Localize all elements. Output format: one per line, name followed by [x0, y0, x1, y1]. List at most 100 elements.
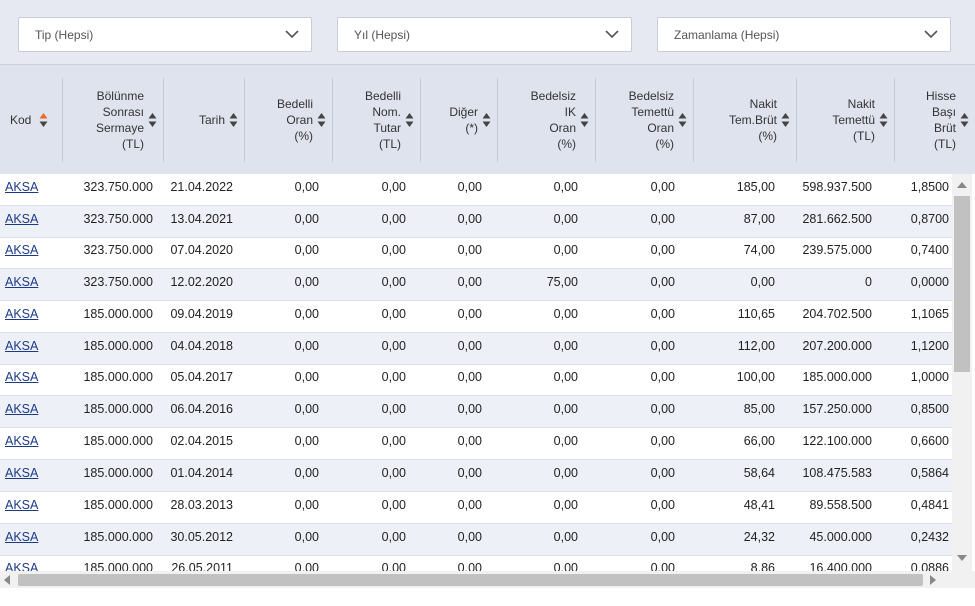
- horizontal-scrollbar[interactable]: [0, 571, 952, 588]
- column-header-hisse_brut[interactable]: Hisse Başı Brüt (TL): [894, 78, 975, 162]
- cell-nakit_brut: 85,00: [743, 402, 775, 416]
- filter-bar: Tip (Hepsi) Yıl (Hepsi) Zamanlama (Hepsi…: [0, 0, 975, 64]
- column-header-bedelli_oran[interactable]: Bedelli Oran (%): [244, 78, 332, 162]
- column-header-label: Hisse Başı Brüt (TL): [926, 88, 956, 152]
- stock-code-link[interactable]: AKSA: [5, 174, 58, 205]
- cell-sermaye: 185.000.000: [83, 561, 153, 571]
- stock-code-link[interactable]: AKSA: [5, 555, 58, 571]
- stock-code-link[interactable]: AKSA: [5, 237, 58, 268]
- cell-nakit_tem: 157.250.000: [802, 402, 872, 416]
- stock-code-link[interactable]: AKSA: [5, 428, 58, 459]
- column-header-line: Temettü: [631, 105, 674, 119]
- cell-sermaye: 323.750.000: [83, 243, 153, 257]
- scroll-down-icon[interactable]: [957, 555, 967, 561]
- sort-icon[interactable]: [879, 112, 888, 128]
- stock-code-link[interactable]: AKSA: [5, 492, 58, 523]
- column-header-bedelsiz_ik[interactable]: Bedelsiz IK Oran (%): [497, 78, 595, 162]
- column-header-tarih[interactable]: Tarih: [163, 78, 244, 162]
- cell-nakit_tem: 122.100.000: [802, 434, 872, 448]
- horizontal-scroll-thumb[interactable]: [18, 574, 923, 586]
- column-header-line: Diğer: [449, 105, 478, 119]
- cell-tarih: 28.03.2013: [170, 498, 233, 512]
- cell-sermaye: 185.000.000: [83, 498, 153, 512]
- column-header-nakit_brut[interactable]: Nakit Tem.Brüt (%): [693, 78, 796, 162]
- cell-bedelsiz_tem: 0,00: [650, 530, 675, 544]
- sort-icon[interactable]: [405, 112, 414, 128]
- sort-icon[interactable]: [678, 112, 687, 128]
- column-header-sermaye[interactable]: Bölünme Sonrası Sermaye (TL): [62, 78, 163, 162]
- stock-code-link[interactable]: AKSA: [5, 460, 58, 491]
- chevron-down-icon: [285, 30, 299, 39]
- sort-icon[interactable]: [482, 112, 491, 128]
- cell-tarih: 06.04.2016: [170, 402, 233, 416]
- table-row: AKSA 185.000.000 28.03.2013 0,00 0,00 0,00 0,0…: [0, 492, 952, 524]
- cell-hisse_brut: 1,0000: [910, 370, 949, 384]
- cell-nakit_brut: 66,00: [743, 434, 775, 448]
- zamanlama-select-value: Zamanlama (Hepsi): [674, 28, 780, 42]
- cell-diger: 0,00: [457, 212, 482, 226]
- sort-icon[interactable]: [39, 112, 48, 128]
- cell-bedelli_oran: 0,00: [294, 307, 319, 321]
- cell-hisse_brut: 0,8500: [910, 402, 949, 416]
- cell-diger: 0,00: [457, 180, 482, 194]
- column-header-bedelli_nom[interactable]: Bedelli Nom. Tutar (TL): [332, 78, 420, 162]
- column-header-line: Tutar: [373, 121, 401, 135]
- sort-icon[interactable]: [781, 112, 790, 128]
- scroll-right-icon[interactable]: [930, 575, 936, 585]
- stock-code-link[interactable]: AKSA: [5, 301, 58, 332]
- chevron-down-icon: [924, 30, 938, 39]
- column-header-diger[interactable]: Diğer (*): [420, 78, 497, 162]
- column-header-line: (TL): [122, 137, 144, 151]
- sort-icon[interactable]: [229, 112, 238, 128]
- cell-nakit_tem: 239.575.000: [802, 243, 872, 257]
- cell-bedelli_nom: 0,00: [381, 498, 406, 512]
- cell-sermaye: 323.750.000: [83, 212, 153, 226]
- cell-bedelsiz_tem: 0,00: [650, 339, 675, 353]
- stock-code-link[interactable]: AKSA: [5, 206, 58, 237]
- stock-code-link[interactable]: AKSA: [5, 524, 58, 555]
- stock-code-link[interactable]: AKSA: [5, 364, 58, 395]
- cell-diger: 0,00: [457, 339, 482, 353]
- cell-tarih: 01.04.2014: [170, 466, 233, 480]
- scroll-left-icon[interactable]: [4, 575, 10, 585]
- sort-icon[interactable]: [960, 112, 969, 128]
- column-header-line: (%): [557, 137, 576, 151]
- zamanlama-select[interactable]: Zamanlama (Hepsi): [657, 17, 951, 52]
- column-header-kod[interactable]: Kod: [0, 78, 62, 162]
- tip-select-value: Tip (Hepsi): [35, 28, 94, 42]
- sort-icon[interactable]: [580, 112, 589, 128]
- column-header-label: Bedelli Nom. Tutar (TL): [365, 88, 401, 152]
- column-header-line: Bedelsiz: [628, 89, 674, 103]
- column-header-line: Sermaye: [95, 121, 144, 135]
- cell-nakit_tem: 89.558.500: [809, 498, 872, 512]
- vertical-scroll-thumb[interactable]: [954, 196, 970, 372]
- column-header-line: Tarih: [198, 113, 225, 127]
- cell-sermaye: 185.000.000: [83, 370, 153, 384]
- stock-code-link[interactable]: AKSA: [5, 333, 58, 364]
- tip-select[interactable]: Tip (Hepsi): [18, 17, 312, 52]
- cell-bedelli_nom: 0,00: [381, 180, 406, 194]
- column-header-bedelsiz_tem[interactable]: Bedelsiz Temettü Oran (%): [595, 78, 693, 162]
- sort-icon[interactable]: [148, 112, 157, 128]
- yil-select[interactable]: Yıl (Hepsi): [337, 17, 632, 52]
- vertical-scrollbar[interactable]: [952, 174, 972, 571]
- cell-bedelsiz_tem: 0,00: [650, 434, 675, 448]
- stock-code-link[interactable]: AKSA: [5, 269, 58, 300]
- column-header-line: (%): [655, 137, 674, 151]
- cell-bedelsiz_tem: 0,00: [650, 402, 675, 416]
- cell-sermaye: 323.750.000: [83, 180, 153, 194]
- cell-nakit_brut: 185,00: [736, 180, 775, 194]
- table-row: AKSA 185.000.000 01.04.2014 0,00 0,00 0,00 0,0…: [0, 460, 952, 492]
- scrollbar-corner: [952, 571, 975, 588]
- bottom-strip: [0, 588, 975, 606]
- cell-nakit_brut: 112,00: [737, 339, 775, 353]
- scroll-up-icon[interactable]: [957, 182, 967, 188]
- column-header-label: Tarih: [199, 112, 225, 128]
- cell-diger: 0,00: [457, 466, 482, 480]
- stock-code-link[interactable]: AKSA: [5, 396, 58, 427]
- cell-bedelli_nom: 0,00: [381, 434, 406, 448]
- cell-nakit_tem: 185.000.000: [802, 370, 872, 384]
- sort-icon[interactable]: [317, 112, 326, 128]
- column-header-nakit_tem[interactable]: Nakit Temettü (TL): [796, 78, 894, 162]
- cell-diger: 0,00: [457, 561, 482, 571]
